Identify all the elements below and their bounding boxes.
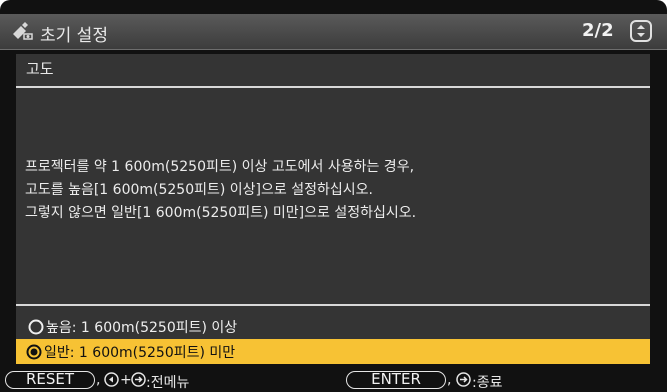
setup-screen: 초기 설정 2/2 고도 프로젝터를 약 1 600m(5250피트) 이상 고… xyxy=(0,0,667,392)
separator: , xyxy=(96,372,101,388)
description-line: 고도를 높음[1 600m(5250피트) 이상]으로 설정하십시오. xyxy=(25,182,373,198)
description-text: 프로젝터를 약 1 600m(5250피트) 이상 고도에서 사용하는 경우, … xyxy=(25,156,416,225)
back-menu-label: :전메뉴 xyxy=(146,375,190,391)
title-bar: 초기 설정 2/2 xyxy=(0,14,667,50)
radio-selected-icon xyxy=(26,344,42,360)
enter-button-icon xyxy=(456,372,471,387)
window-title: 초기 설정 xyxy=(40,26,108,46)
divider-top xyxy=(16,86,650,88)
enter-button[interactable]: ENTER xyxy=(346,371,446,389)
footer-bar: RESET , + :전메뉴 ENTER , :종료 xyxy=(0,369,667,392)
option-normal-label: 일반: 1 600m(5250피트) 미만 xyxy=(44,344,236,361)
projector-wrench-icon xyxy=(12,22,34,40)
left-arrow-button-icon xyxy=(104,372,119,387)
option-normal[interactable]: 일반: 1 600m(5250피트) 미만 xyxy=(16,339,650,364)
option-high[interactable]: 높음: 1 600m(5250피트) 이상 xyxy=(18,314,632,339)
description-line: 프로젝터를 약 1 600m(5250피트) 이상 고도에서 사용하는 경우, xyxy=(25,159,415,175)
option-high-label: 높음: 1 600m(5250피트) 이상 xyxy=(46,319,238,336)
exit-label: :종료 xyxy=(472,375,503,391)
page-indicator: 2/2 xyxy=(582,20,614,41)
reset-button[interactable]: RESET xyxy=(5,371,95,389)
section-title: 고도 xyxy=(26,60,54,78)
radio-unselected-icon xyxy=(28,319,44,335)
plus-sign: + xyxy=(120,372,132,388)
separator: , xyxy=(447,372,452,388)
scroll-updown-icon[interactable] xyxy=(630,20,652,42)
description-line: 그렇지 않으면 일반[1 600m(5250피트) 미만]으로 설정하십시오. xyxy=(25,205,417,221)
enter-button-icon xyxy=(131,372,146,387)
divider-bottom xyxy=(16,304,650,306)
